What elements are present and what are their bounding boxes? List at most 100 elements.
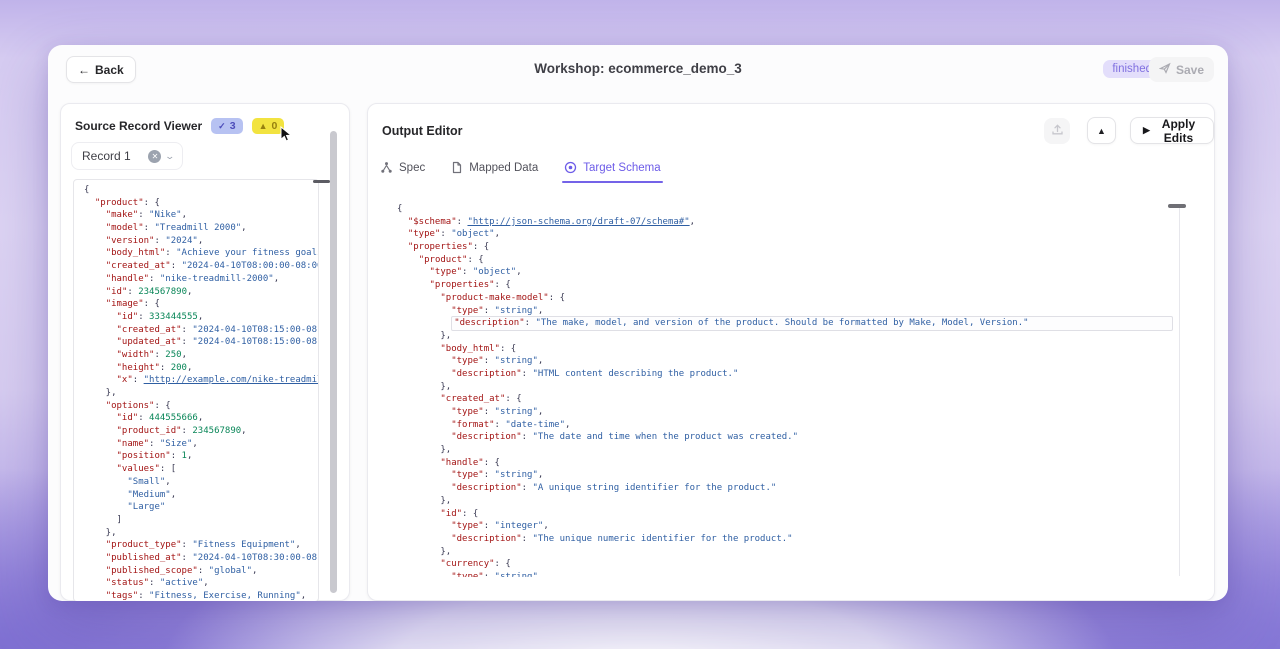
code-line: "product_id": 234567890, bbox=[84, 425, 318, 438]
target-schema-json: { "$schema": "http://json-schema.org/dra… bbox=[393, 199, 1173, 577]
tab-target-schema[interactable]: Target Schema bbox=[564, 161, 660, 183]
code-line: "values": [ bbox=[84, 463, 318, 476]
code-line: "published_scope": "global", bbox=[84, 565, 318, 578]
rocket-icon bbox=[1159, 62, 1171, 77]
source-panel-scrollbar-thumb[interactable] bbox=[330, 131, 337, 593]
code-line: "status": "active", bbox=[84, 577, 318, 590]
record-selector[interactable]: Record 1 ✕ ⌄ bbox=[71, 142, 183, 170]
triangle-up-icon: ▲ bbox=[1097, 126, 1106, 136]
code-line: "product": { bbox=[84, 197, 318, 210]
upload-icon bbox=[1051, 123, 1064, 139]
save-button[interactable]: Save bbox=[1149, 57, 1214, 82]
code-line: "type": "string", bbox=[397, 571, 1173, 577]
apply-edits-label: Apply Edits bbox=[1156, 117, 1201, 145]
code-line: "properties": { bbox=[397, 241, 1173, 254]
code-line: "description": "A unique string identifi… bbox=[397, 482, 1173, 495]
code-line: "make": "Nike", bbox=[84, 209, 318, 222]
code-line: "version": "2024", bbox=[84, 235, 318, 248]
code-line: }, bbox=[84, 527, 318, 540]
code-line: "Small", bbox=[84, 476, 318, 489]
warning-count: 0 bbox=[271, 120, 277, 132]
code-line: "description": "The date and time when t… bbox=[397, 431, 1173, 444]
source-record-editor[interactable]: { "product": { "make": "Nike", "model": … bbox=[73, 179, 319, 601]
code-line: "id": 444555666, bbox=[84, 412, 318, 425]
code-line: }, bbox=[397, 495, 1173, 508]
code-line: "image": { bbox=[84, 298, 318, 311]
output-editor-title: Output Editor bbox=[382, 124, 463, 138]
code-line: "format": "date-time", bbox=[397, 419, 1173, 432]
code-line: }, bbox=[397, 444, 1173, 457]
code-line: "product": { bbox=[397, 254, 1173, 267]
apply-edits-button[interactable]: ▶ Apply Edits bbox=[1130, 117, 1214, 144]
check-icon: ✓ bbox=[218, 122, 226, 131]
mouse-cursor bbox=[280, 126, 294, 144]
tab-spec-label: Spec bbox=[399, 162, 425, 174]
code-line: "currency": { bbox=[397, 558, 1173, 571]
code-line: "handle": { bbox=[397, 457, 1173, 470]
code-line: "Large" bbox=[84, 501, 318, 514]
code-line: "model": "Treadmill 2000", bbox=[84, 222, 318, 235]
code-line: "type": "string", bbox=[397, 469, 1173, 482]
code-line: "updated_at": "2024-04-10T08:15:00-08:00 bbox=[84, 336, 318, 349]
code-line: "published_at": "2024-04-10T08:30:00-08:… bbox=[84, 552, 318, 565]
collapse-button[interactable]: ▲ bbox=[1087, 117, 1116, 144]
code-line: "properties": { bbox=[397, 279, 1173, 292]
code-line: { bbox=[397, 203, 1173, 216]
code-line: "id": { bbox=[397, 508, 1173, 521]
source-record-viewer-panel: Source Record Viewer ✓ 3 ▲ 0 Record 1 ✕ … bbox=[60, 103, 350, 601]
code-line: }, bbox=[84, 387, 318, 400]
tab-mapped-data-label: Mapped Data bbox=[469, 162, 538, 174]
code-line: "created_at": { bbox=[397, 393, 1173, 406]
code-line: "name": "Size", bbox=[84, 438, 318, 451]
code-line: "Medium", bbox=[84, 489, 318, 502]
source-editor-hscrollbar-thumb[interactable] bbox=[313, 180, 330, 183]
schema-editor-scrollbar-track[interactable] bbox=[1179, 208, 1180, 576]
app-window: ← Back Workshop: ecommerce_demo_3 finish… bbox=[48, 45, 1228, 601]
code-line: "handle": "nike-treadmill-2000", bbox=[84, 273, 318, 286]
document-icon bbox=[451, 161, 463, 174]
code-line: "type": "object", bbox=[397, 228, 1173, 241]
code-line: }, bbox=[397, 330, 1173, 343]
play-icon: ▶ bbox=[1143, 126, 1150, 135]
record-selector-value: Record 1 bbox=[82, 149, 143, 163]
code-line: "product-make-model": { bbox=[397, 292, 1173, 305]
schema-editor-scrollbar-thumb[interactable] bbox=[1168, 204, 1186, 208]
code-line: "created_at": "2024-04-10T08:15:00-08:00 bbox=[84, 324, 318, 337]
code-line: { bbox=[84, 184, 318, 197]
valid-count: 3 bbox=[230, 120, 236, 132]
code-line: "product_type": "Fitness Equipment", bbox=[84, 539, 318, 552]
code-line: "id": 234567890, bbox=[84, 286, 318, 299]
code-line: "height": 200, bbox=[84, 362, 318, 375]
code-line: "description": "The make, model, and ver… bbox=[397, 317, 1173, 330]
code-line: "type": "string", bbox=[397, 355, 1173, 368]
code-line: }, bbox=[397, 546, 1173, 559]
code-line: "body_html": { bbox=[397, 343, 1173, 356]
flow-icon bbox=[380, 161, 393, 174]
code-line: "tags": "Fitness, Exercise, Running", bbox=[84, 590, 318, 601]
save-button-label: Save bbox=[1176, 63, 1204, 77]
code-line: "body_html": "Achieve your fitness goals… bbox=[84, 247, 318, 260]
code-line: "type": "object", bbox=[397, 266, 1173, 279]
warning-triangle-icon: ▲ bbox=[259, 122, 268, 131]
code-line: "description": "The unique numeric ident… bbox=[397, 533, 1173, 546]
code-line: "$schema": "http://json-schema.org/draft… bbox=[397, 216, 1173, 229]
code-line: "width": 250, bbox=[84, 349, 318, 362]
source-viewer-title: Source Record Viewer bbox=[75, 119, 202, 133]
code-line: "created_at": "2024-04-10T08:00:00-08:00… bbox=[84, 260, 318, 273]
target-schema-editor[interactable]: { "$schema": "http://json-schema.org/dra… bbox=[393, 199, 1173, 577]
desktop-background: { "header": { "back_label": "Back", "tit… bbox=[0, 0, 1280, 649]
commit-button-disabled[interactable] bbox=[1044, 118, 1070, 144]
code-line: "id": 333444555, bbox=[84, 311, 318, 324]
clear-selection-icon[interactable]: ✕ bbox=[148, 150, 161, 163]
code-line: "position": 1, bbox=[84, 450, 318, 463]
page-title: Workshop: ecommerce_demo_3 bbox=[48, 61, 1228, 76]
code-line: ] bbox=[84, 514, 318, 527]
output-editor-tabs: Spec Mapped Data Target Schema bbox=[380, 161, 661, 183]
tab-spec[interactable]: Spec bbox=[380, 161, 425, 183]
output-editor-panel: Output Editor ▲ ▶ Apply Edits bbox=[367, 103, 1215, 601]
target-schema-icon bbox=[564, 161, 577, 174]
tab-mapped-data[interactable]: Mapped Data bbox=[451, 161, 538, 183]
valid-count-badge: ✓ 3 bbox=[211, 118, 242, 134]
code-line: "description": "HTML content describing … bbox=[397, 368, 1173, 381]
chevron-down-icon: ⌄ bbox=[165, 151, 176, 162]
